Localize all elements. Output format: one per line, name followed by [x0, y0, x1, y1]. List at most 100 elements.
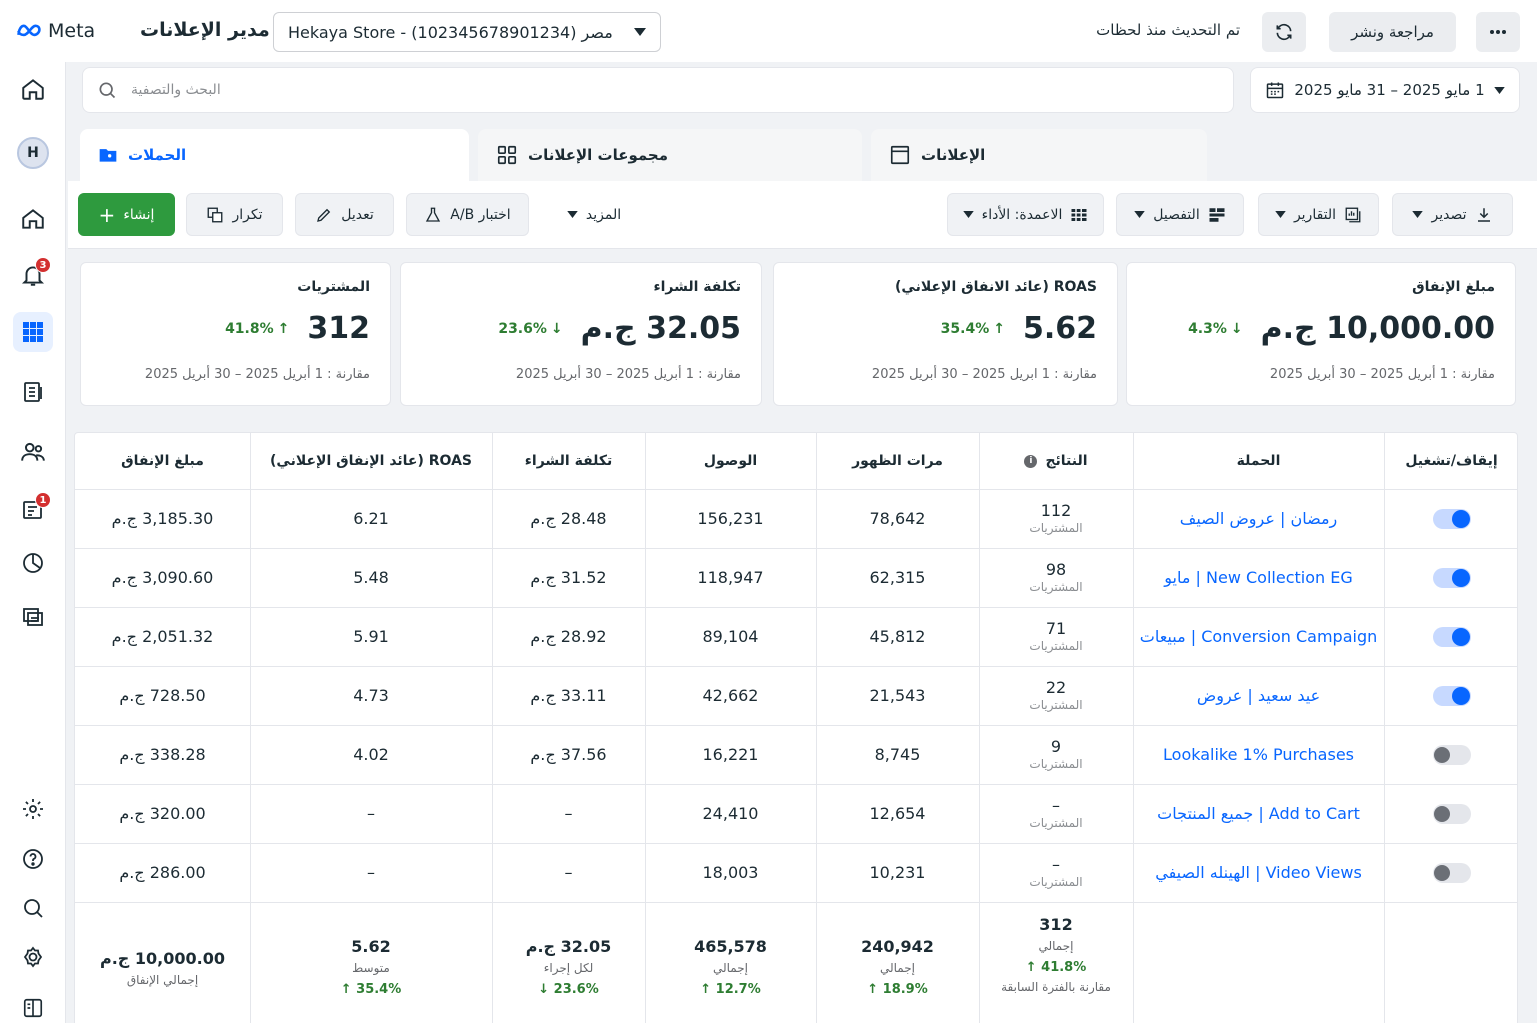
arrow-down-icon: ↓: [550, 320, 563, 337]
export-dropdown[interactable]: تصدير: [1392, 193, 1513, 236]
total-results-note: مقارنة بالفترة السابقة: [1001, 980, 1111, 995]
kpi-card-roas[interactable]: ROAS (عائد الانفاق الإعلاني) 35.4% ↑ 5.62…: [773, 262, 1118, 406]
home-icon[interactable]: [13, 69, 53, 109]
kpi-delta: 41.8% ↑: [225, 321, 289, 337]
header-cpa[interactable]: تكلفة الشراء: [492, 433, 645, 489]
total-reach-sub: إجمالي: [712, 961, 748, 976]
tab-campaigns[interactable]: الحملات: [80, 129, 469, 181]
table-row[interactable]: 3,090.60 ج.م 5.48 31.52 ج.م 118,947 62,315 98…: [75, 548, 1517, 607]
cell-campaign: رمضان | عروض الصيف: [1133, 489, 1384, 548]
breakdown-dropdown[interactable]: التفصيل: [1116, 193, 1244, 236]
campaign-link[interactable]: عيد سعيد | عروض: [1197, 686, 1320, 705]
total-results-value: 312: [1039, 915, 1073, 934]
total-impressions-delta-value: 18.9%: [882, 982, 928, 998]
total-spend-sub: إجمالي الإنفاق: [126, 972, 199, 987]
table-row[interactable]: 3,185.30 ج.م 6.21 28.48 ج.م 156,231 78,642 11…: [75, 489, 1517, 548]
cell-cpa: 33.11 ج.م: [530, 686, 607, 705]
header-campaign[interactable]: الحملة: [1133, 433, 1384, 489]
meta-logo[interactable]: Meta: [16, 20, 95, 42]
more-dropdown[interactable]: المزيد: [544, 193, 644, 236]
document-list-icon[interactable]: [13, 372, 53, 412]
audience-icon[interactable]: [13, 432, 53, 472]
campaigns-grid-icon[interactable]: [13, 312, 53, 352]
avatar-initial: H: [17, 137, 49, 169]
table-row[interactable]: 338.28 ج.م 4.02 37.56 ج.م 16,221 8,745 9 المشت…: [75, 725, 1517, 784]
campaign-toggle[interactable]: [1432, 508, 1471, 529]
campaign-link[interactable]: Lookalike 1% Purchases: [1163, 745, 1354, 764]
left-rail: H 3 1: [0, 0, 66, 1023]
table-row[interactable]: 728.50 ج.م 4.73 33.11 ج.م 42,662 21,543 22 الم…: [75, 666, 1517, 725]
notifications-icon[interactable]: 3: [13, 255, 53, 295]
pages-icon[interactable]: 1: [13, 490, 53, 530]
more-options-button[interactable]: [1476, 12, 1520, 52]
settings-icon[interactable]: [13, 789, 53, 829]
account-selector[interactable]: Hekaya Store - مصر (102345678901234): [273, 12, 661, 52]
total-roas: 5.62 متوسط ↑ 35.4%: [250, 908, 492, 1023]
tab-ads[interactable]: الإعلانات: [871, 129, 1207, 181]
results-sub: المشتريات: [1029, 757, 1083, 771]
kpi-compare: مقارنة : 1 أبريل 2025 – 30 أبريل 2025: [1269, 367, 1495, 382]
duplicate-button[interactable]: تكرار: [186, 193, 283, 236]
refresh-icon: [1276, 23, 1292, 41]
table-row[interactable]: 2,051.32 ج.م 5.91 28.92 ج.م 89,104 45,812 71 ا…: [75, 607, 1517, 666]
kpi-delta-value: 23.6%: [498, 320, 547, 337]
review-publish-button[interactable]: مراجعة ونشر: [1329, 12, 1456, 52]
tab-adsets[interactable]: مجموعات الإعلانات: [478, 129, 862, 181]
campaign-toggle[interactable]: [1432, 685, 1471, 706]
kpi-card-cpa[interactable]: تكلفة الشراء 23.6% ↓ 32.05 ج.م مقارنة : 1…: [400, 262, 762, 406]
table-row[interactable]: 286.00 ج.م – –18,003 10,231– المشتريات Video …: [75, 843, 1517, 902]
ab-test-button[interactable]: A/B اختبار: [406, 193, 529, 236]
kpi-title: المشتريات: [297, 279, 370, 295]
date-range-picker[interactable]: 1 مايو 2025 – 31 مايو 2025: [1250, 67, 1520, 113]
campaign-toggle[interactable]: [1432, 744, 1471, 765]
columns-dropdown[interactable]: الاعمدة: الأداء: [947, 193, 1104, 236]
cell-toggle: [1384, 725, 1519, 784]
cell-roas: 4.73: [353, 686, 389, 705]
search-icon[interactable]: [13, 888, 53, 928]
search-bar[interactable]: البحث والتصفية: [82, 67, 1234, 113]
header-roas[interactable]: ROAS (عائد الإنفاق الإعلاني): [250, 433, 492, 489]
total-impressions-value: 240,942: [861, 937, 934, 957]
campaign-toggle[interactable]: [1432, 567, 1471, 588]
cell-cpa: 28.48 ج.م: [530, 509, 607, 528]
header-results[interactable]: i النتائج: [979, 433, 1133, 489]
cell-results: 112 المشتريات: [979, 489, 1133, 548]
reports-dropdown[interactable]: التقارير: [1258, 193, 1379, 236]
kpi-card-spend[interactable]: مبلغ الإنفاق 4.3% ↓ 10,000.00 ج.م مقارنة …: [1126, 262, 1516, 406]
info-icon[interactable]: i: [1024, 454, 1038, 468]
header-spend[interactable]: مبلغ الإنفاق: [75, 433, 250, 489]
campaign-link[interactable]: New Collection EG | مايو: [1164, 568, 1352, 587]
search-input[interactable]: البحث والتصفية: [131, 82, 221, 98]
content-library-icon[interactable]: [13, 597, 53, 637]
help-icon[interactable]: [13, 839, 53, 879]
create-button[interactable]: + إنشاء: [78, 193, 175, 236]
cell-reach: 89,104: [702, 627, 759, 646]
campaign-link[interactable]: Video Views | الهينله الصيفي: [1155, 863, 1362, 882]
header-reach[interactable]: الوصول: [645, 433, 816, 489]
total-roas-sub: متوسط: [352, 961, 390, 976]
avatar[interactable]: H: [13, 133, 53, 173]
date-range-label: 1 مايو 2025 – 31 مايو 2025: [1294, 81, 1485, 99]
campaigns-table: مبلغ الإنفاق ROAS (عائد الإنفاق الإعلاني…: [74, 432, 1518, 1023]
pie-chart-icon[interactable]: [13, 543, 53, 583]
pages-badge: 1: [35, 492, 51, 508]
campaign-link[interactable]: رمضان | عروض الصيف: [1180, 509, 1337, 528]
campaign-toggle[interactable]: [1432, 862, 1471, 883]
campaign-link[interactable]: Add to Cart | جميع المنتجات: [1157, 804, 1360, 823]
header-impressions[interactable]: مرات الظهور: [816, 433, 979, 489]
total-cpa-sub: لكل إجراء: [543, 961, 594, 976]
edit-button[interactable]: تعديل: [295, 193, 394, 236]
gear-icon[interactable]: [13, 937, 53, 977]
campaign-link[interactable]: Conversion Campaign | مبيعات: [1140, 627, 1378, 646]
kpi-value: 10,000.00 ج.م: [1260, 311, 1495, 346]
panel-icon[interactable]: [13, 988, 53, 1023]
results-value: 71: [1045, 619, 1067, 638]
campaign-toggle[interactable]: [1432, 803, 1471, 824]
kpi-delta-value: 35.4%: [940, 320, 990, 337]
campaign-toggle[interactable]: [1432, 626, 1471, 647]
refresh-button[interactable]: [1262, 12, 1306, 52]
kpi-card-purchases[interactable]: المشتريات 41.8% ↑ 312 مقارنة : 1 أبريل 20…: [80, 262, 391, 406]
table-row[interactable]: 320.00 ج.م – –24,410 12,654– المشتريات Add to…: [75, 784, 1517, 843]
home-outline-icon[interactable]: [13, 199, 53, 239]
cell-toggle: [1384, 489, 1519, 548]
